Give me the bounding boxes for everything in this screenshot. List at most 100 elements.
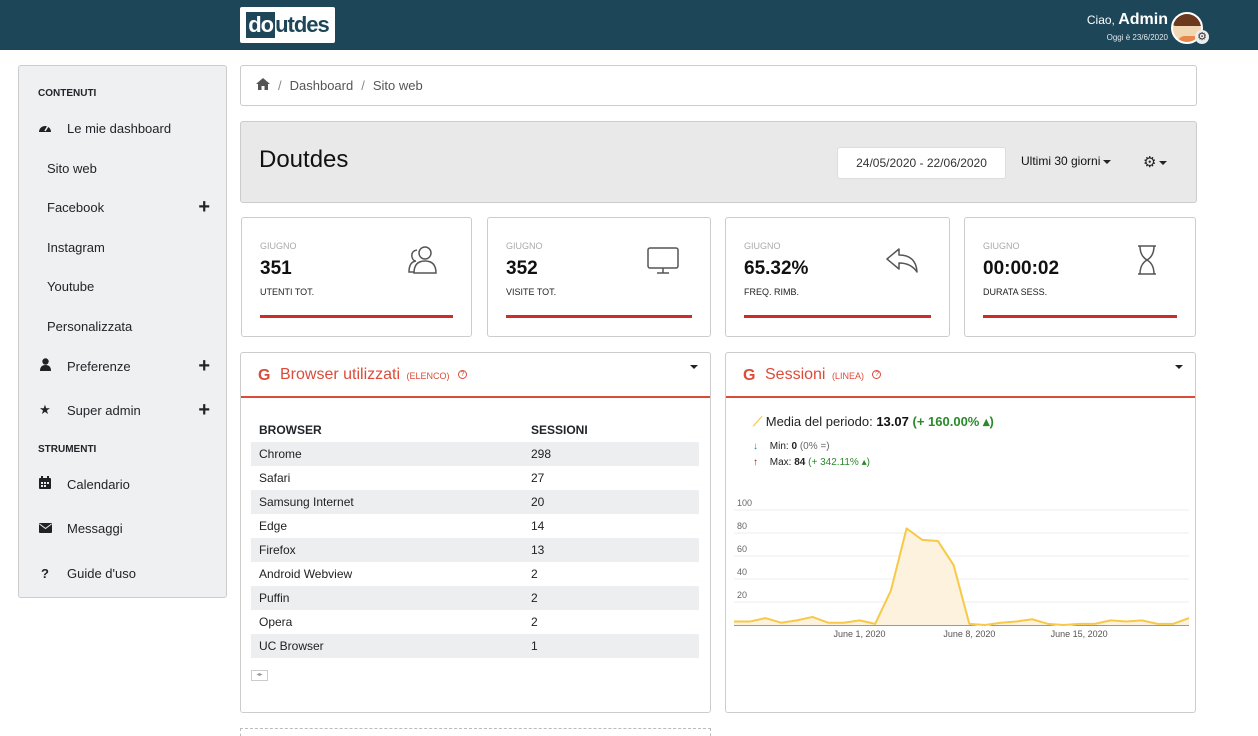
breadcrumb-website: Sito web [372,78,423,93]
table-row: Edge 14 [251,514,699,538]
star-icon: ★ [39,402,51,417]
session-count: 1 [523,634,699,658]
kpi-card-bounce: GIUGNO 65.32% FREQ. RIMB. [725,217,950,337]
chart-line-icon: ⟋ [753,414,763,429]
table-row: Firefox 13 [251,538,699,562]
desktop-icon [647,247,679,274]
session-count: 2 [523,586,699,610]
sidebar-item-dashboards[interactable]: Le mie dashboard [19,113,226,143]
sidebar-item-super-admin[interactable]: ★ Super admin + [19,395,226,425]
sidebar-item-youtube[interactable]: Youtube [19,271,226,301]
table-row: Samsung Internet 20 [251,490,699,514]
section-contents: CONTENUTI [38,88,97,99]
max-value: ↑ Max: 84 (+ 342.11% ▴) [753,457,870,468]
question-icon: ? [41,565,49,581]
home-icon[interactable] [256,78,270,93]
sidebar-item-guides[interactable]: ? Guide d'uso [19,558,226,588]
y-tick-label: 40 [737,567,747,577]
period-average: ⟋ Media del periodo: 13.07 (+ 160.00% ▴) [753,414,994,429]
date-range-picker[interactable]: 24/05/2020 - 22/06/2020 [837,147,1006,179]
browsers-table: BROWSER SESSIONI Chrome 298 Safari 27 Samsun… [251,418,699,658]
browsers-panel: G Browser utilizzati (ELENCO) ? BROWSER … [240,352,711,713]
table-row: Safari 27 [251,466,699,490]
panel-title: Browser utilizzati (ELENCO) ? [280,366,467,384]
kpi-card-users: GIUGNO 351 UTENTI TOT. [241,217,472,337]
chevron-down-icon [1103,159,1112,164]
settings-dropdown[interactable]: ⚙ [1143,153,1168,171]
kpi-value: 351 [260,258,292,279]
kpi-card-duration: GIUGNO 00:00:02 DURATA SESS. [964,217,1196,337]
hourglass-icon [1138,245,1156,275]
google-icon: G [743,367,756,384]
google-icon: G [258,367,271,384]
column-header[interactable]: BROWSER [251,418,523,442]
table-row: UC Browser 1 [251,634,699,658]
kpi-label: VISITE TOT. [506,287,557,297]
browser-name: Android Webview [259,567,353,581]
min-value: ↓ Min: 0 (0% =) [753,441,830,452]
x-tick-label: June 1, 2020 [833,629,885,639]
browser-name: Chrome [251,442,523,466]
sidebar-item-website[interactable]: Sito web [19,153,226,183]
session-count: 2 [531,615,538,629]
sidebar-item-calendar[interactable]: Calendario [19,469,226,499]
panel-menu-caret[interactable] [690,365,698,369]
breadcrumb-dashboard[interactable]: Dashboard [290,78,354,93]
reply-icon [886,248,918,273]
sidebar-item-instagram[interactable]: Instagram [19,232,226,262]
header-panel: Doutdes 24/05/2020 - 22/06/2020 Ultimi 3… [240,121,1197,203]
browser-name: Opera [259,615,293,629]
user-icon [38,358,52,374]
session-count: 27 [531,471,545,485]
users-icon [408,246,437,274]
arrow-down-icon: ↓ [753,441,758,452]
table-row: Chrome 298 [251,442,699,466]
sidebar-item-facebook[interactable]: Facebook + [19,192,226,222]
sidebar-item-custom[interactable]: Personalizzata [19,311,226,341]
browser-name: Edge [259,519,288,533]
panel-title: Sessioni (LINEA) ? [765,366,882,384]
y-tick-label: 20 [737,590,747,600]
sidebar: CONTENUTI Le mie dashboard Sito web Face… [18,65,227,598]
help-icon[interactable]: ? [457,370,467,380]
kpi-label: DURATA SESS. [983,287,1048,297]
gear-icon[interactable]: ⚙ [1195,30,1209,44]
kpi-label: UTENTI TOT. [260,287,315,297]
x-tick-label: June 8, 2020 [943,629,995,639]
x-tick-label: June 15, 2020 [1051,629,1108,639]
sessions-panel: G Sessioni (LINEA) ? ⟋ Media del periodo… [725,352,1196,713]
plus-icon[interactable]: + [198,197,210,217]
period-dropdown[interactable]: Ultimi 30 giorni [1021,154,1112,168]
pagination-control[interactable]: ◂▸ [251,670,268,681]
arrow-up-icon: ↑ [753,457,758,468]
browser-name: Firefox [251,538,523,562]
sessions-chart: 20 40 60 80 100 June 1, 2020 June 8, 2020 June … [734,498,1190,639]
y-tick-label: 80 [737,521,747,531]
envelope-icon [38,521,52,536]
sidebar-item-messages[interactable]: Messaggi [19,513,226,543]
browser-name: Safari [259,471,291,485]
table-row: Puffin 2 [251,586,699,610]
tachometer-icon [38,121,52,136]
browser-name: UC Browser [251,634,523,658]
column-header[interactable]: SESSIONI [523,418,699,442]
logo[interactable]: do ut des [240,7,335,43]
y-tick-label: 100 [737,498,752,508]
plus-icon[interactable]: + [198,356,210,376]
breadcrumb: / Dashboard / Sito web [240,65,1197,106]
plus-icon[interactable]: + [198,400,210,420]
browser-name: Samsung Internet [251,490,523,514]
next-panel-placeholder [240,728,711,736]
panel-menu-caret[interactable] [1175,365,1183,369]
top-bar: do ut des Ciao, Admin Oggi è 23/6/2020 ⚙ [0,0,1258,50]
page-title: Doutdes [259,146,349,173]
session-count: 2 [531,567,538,581]
current-date: Oggi è 23/6/2020 [1106,33,1168,42]
kpi-card-visits: GIUGNO 352 VISITE TOT. [487,217,711,337]
y-tick-label: 60 [737,544,747,554]
gear-icon: ⚙ [1143,154,1157,171]
user-greeting: Ciao, Admin [1086,11,1168,28]
help-icon[interactable]: ? [872,370,882,380]
sidebar-item-preferences[interactable]: Preferenze + [19,351,226,381]
section-tools: STRUMENTI [38,444,97,455]
